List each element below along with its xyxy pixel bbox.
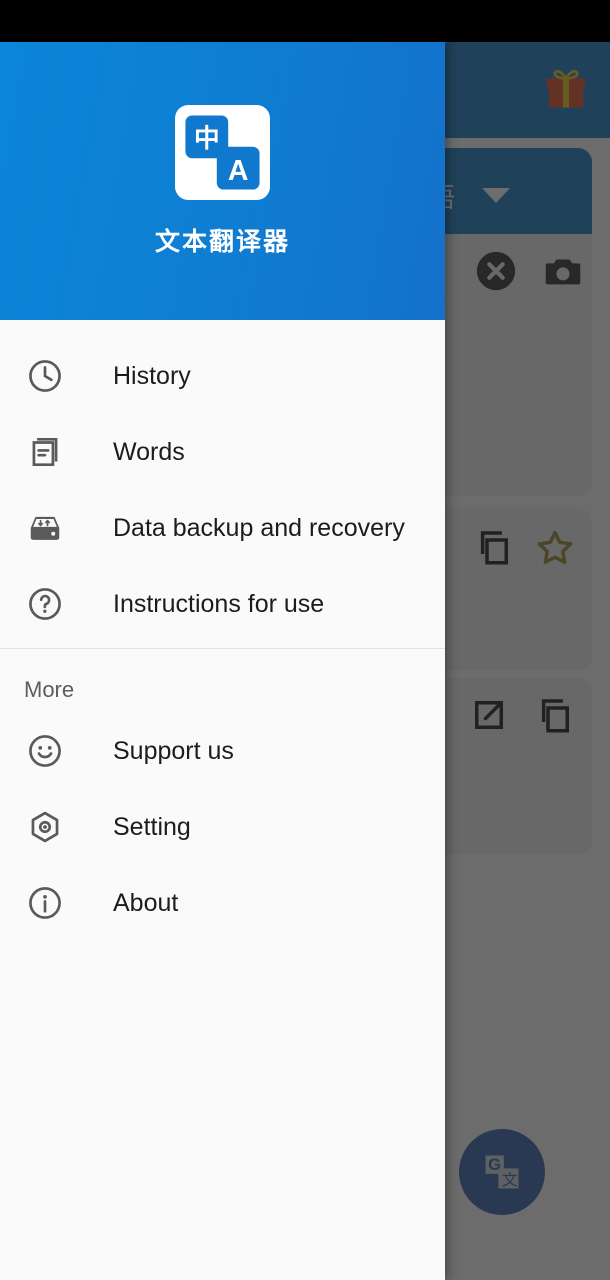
help-circle-icon	[24, 583, 66, 625]
sidebar-item-support-us[interactable]: Support us	[0, 713, 445, 789]
app-title: 文本翻译器	[154, 227, 290, 256]
sidebar-item-label: Setting	[113, 812, 191, 841]
sidebar-item-history[interactable]: History	[0, 338, 445, 414]
sidebar-item-words[interactable]: Words	[0, 414, 445, 490]
sidebar-item-label: Words	[113, 437, 185, 466]
phone-screen: 英语	[0, 0, 610, 1280]
sidebar-item-data-backup[interactable]: Data backup and recovery	[0, 490, 445, 566]
navigation-drawer: 中 A 文本翻译器 History Words Data backup and …	[0, 42, 445, 1280]
section-header-more: More	[24, 677, 75, 702]
app-logo-icon: 中 A	[175, 104, 270, 200]
svg-text:中: 中	[194, 123, 220, 153]
info-circle-icon	[24, 882, 66, 924]
drawer-primary-menu: History Words Data backup and recovery I…	[0, 320, 445, 642]
drawer-more-menu: Support us Setting About	[0, 709, 445, 941]
sidebar-item-instructions[interactable]: Instructions for use	[0, 566, 445, 642]
hex-gear-icon	[24, 806, 66, 848]
sidebar-item-label: Instructions for use	[113, 589, 325, 618]
clock-icon	[24, 355, 66, 397]
sidebar-item-label: History	[113, 361, 191, 390]
drawer-header: 中 A 文本翻译器	[0, 42, 445, 320]
svg-text:A: A	[228, 155, 249, 187]
sidebar-item-about[interactable]: About	[0, 865, 445, 941]
smiley-face-icon	[24, 730, 66, 772]
sidebar-item-label: Support us	[113, 736, 234, 765]
status-bar	[0, 0, 610, 42]
backup-drive-icon	[24, 507, 66, 549]
sidebar-item-label: About	[113, 888, 179, 917]
sidebar-item-label: Data backup and recovery	[113, 513, 405, 542]
notebook-icon	[24, 431, 66, 473]
sidebar-item-setting[interactable]: Setting	[0, 789, 445, 865]
